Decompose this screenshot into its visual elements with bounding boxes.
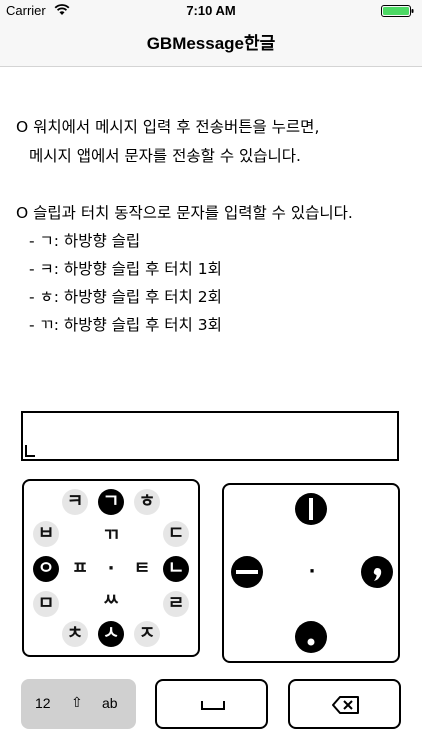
- vowel-swipe-pad[interactable]: ·: [222, 483, 400, 663]
- mode-switch: 12 ⇧ ab: [21, 679, 136, 729]
- text-cursor: [25, 445, 35, 457]
- vowel-eu-button[interactable]: [231, 556, 263, 588]
- consonant-key-chieut[interactable]: ㅊ: [62, 621, 88, 647]
- consonant-key-digeut[interactable]: ㄷ: [163, 521, 189, 547]
- navigation-bar: GBMessage한글: [0, 22, 422, 67]
- space-icon: [201, 701, 225, 710]
- alpha-mode-button[interactable]: ab: [102, 695, 118, 711]
- instruction-item: - ㅎ: 하방향 슬립 후 터치 2회: [29, 288, 222, 306]
- shift-icon[interactable]: ⇧: [71, 695, 83, 711]
- consonant-key-hieut[interactable]: ㅎ: [134, 489, 160, 515]
- message-input[interactable]: [21, 411, 399, 461]
- consonant-key-ssangsiot[interactable]: ㅆ: [98, 588, 124, 614]
- instruction-item: - ㄱ: 하방향 슬립: [29, 232, 141, 250]
- instruction-item: - ㅋ: 하방향 슬립 후 터치 1회: [29, 260, 222, 278]
- consonant-key-rieul[interactable]: ㄹ: [163, 591, 189, 617]
- swipe-center-dot: ·: [308, 561, 316, 582]
- consonant-key-ieung[interactable]: ㅇ: [33, 556, 59, 582]
- battery-icon: [381, 5, 414, 17]
- consonant-key-nieun[interactable]: ㄴ: [163, 556, 189, 582]
- space-button[interactable]: [155, 679, 268, 729]
- instruction-line: 메시지 앱에서 문자를 전송할 수 있습니다.: [29, 147, 301, 165]
- consonant-key-tieut[interactable]: ㅌ: [129, 556, 155, 582]
- consonant-key-bieup[interactable]: ㅂ: [33, 521, 59, 547]
- horizontal-stroke-icon: [236, 570, 258, 574]
- comma-icon: [373, 568, 382, 581]
- vertical-stroke-icon: [309, 498, 313, 520]
- consonant-key-siot[interactable]: ㅅ: [98, 621, 124, 647]
- dot-icon: [307, 638, 315, 646]
- status-bar: Carrier 7:10 AM: [0, 0, 422, 22]
- instruction-line: O 워치에서 메시지 입력 후 전송버튼을 누르면,: [16, 118, 320, 136]
- instruction-line: O 슬립과 터치 동작으로 문자를 입력할 수 있습니다.: [16, 204, 353, 222]
- numbers-mode-button[interactable]: 12: [35, 695, 51, 711]
- delete-button[interactable]: [288, 679, 401, 729]
- vowel-comma-button[interactable]: [361, 556, 393, 588]
- vowel-dot-button[interactable]: [295, 621, 327, 653]
- consonant-key-pieup[interactable]: ㅍ: [67, 556, 93, 582]
- consonant-key-kieuk[interactable]: ㅋ: [62, 489, 88, 515]
- vowel-i-button[interactable]: [295, 493, 327, 525]
- consonant-key-mieum[interactable]: ㅁ: [33, 591, 59, 617]
- backspace-icon: [332, 696, 359, 714]
- center-dot: ·: [107, 558, 115, 579]
- instruction-item: - ㄲ: 하방향 슬립 후 터치 3회: [29, 316, 222, 334]
- consonant-key-giyeok[interactable]: ㄱ: [98, 489, 124, 515]
- clock: 7:10 AM: [186, 3, 236, 18]
- consonant-key-jieut[interactable]: ㅈ: [134, 621, 160, 647]
- page-title: GBMessage한글: [146, 34, 276, 53]
- consonant-keypad[interactable]: ㅋ ㄱ ㅎ ㅂ ㄲ ㄷ ㅇ ㅍ · ㅌ ㄴ ㅁ ㅆ ㄹ ㅊ ㅅ ㅈ: [22, 479, 200, 657]
- consonant-key-ssanggiyeok[interactable]: ㄲ: [98, 523, 124, 549]
